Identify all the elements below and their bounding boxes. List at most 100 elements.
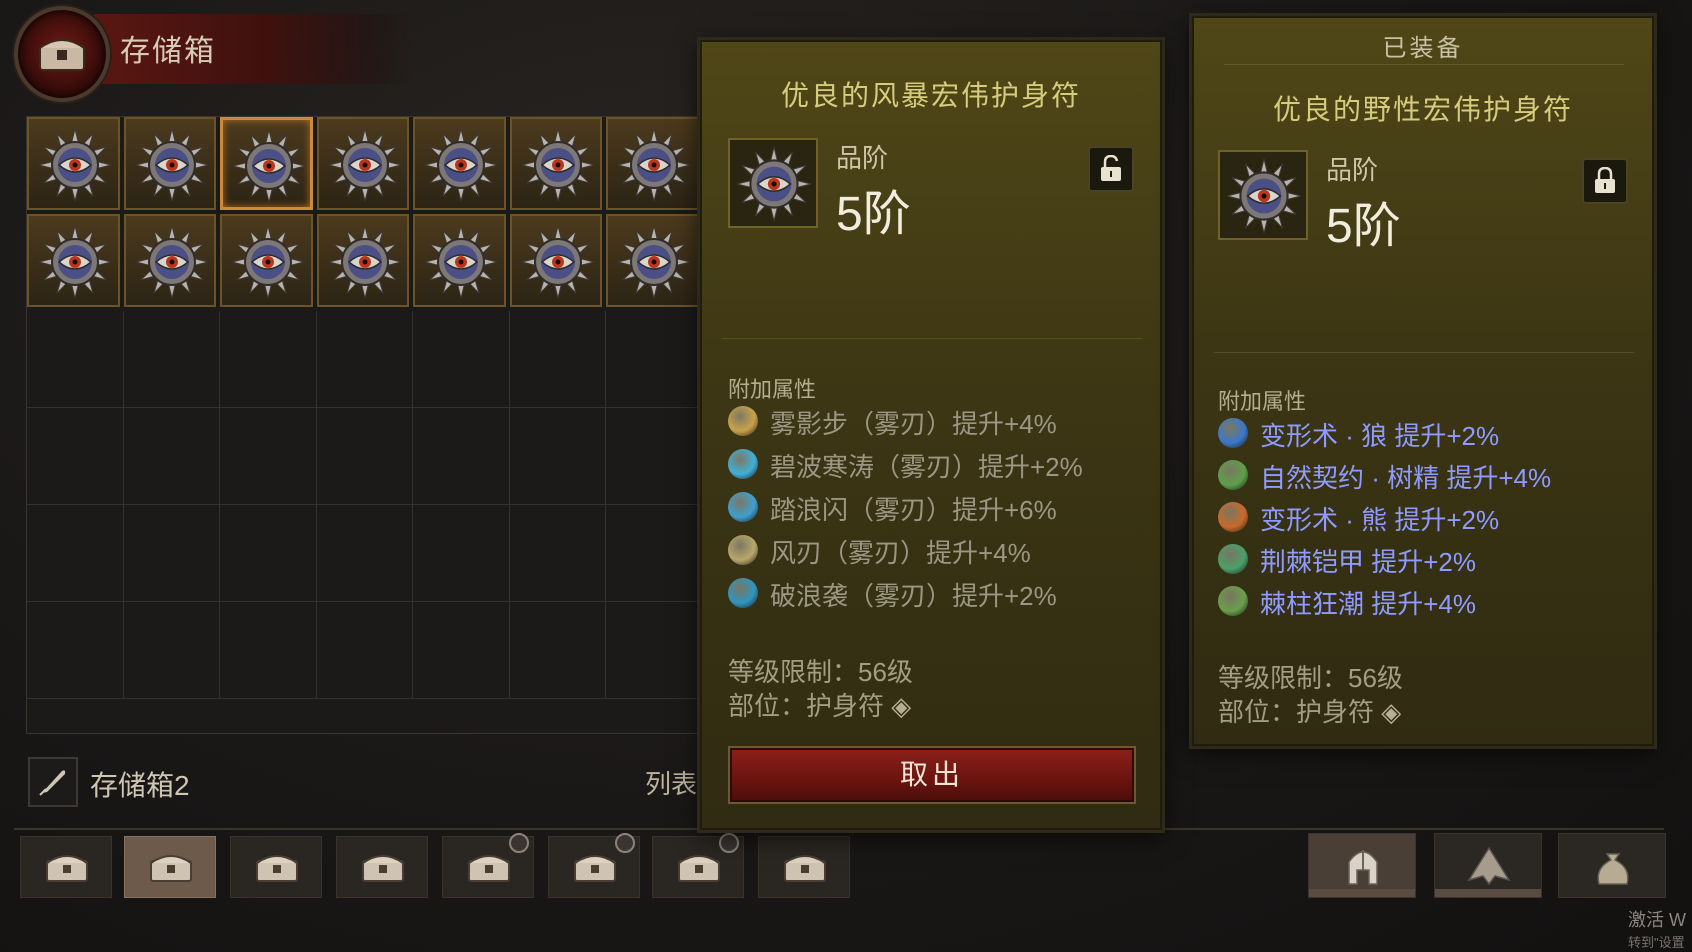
item-slot: 部位：护身符 ◈ [728, 686, 911, 723]
item-icon-frame [728, 138, 818, 228]
stash-slot[interactable] [509, 408, 606, 505]
cloak-icon [1467, 846, 1511, 886]
equipped-affix-section-title: 附加属性 [1218, 389, 1307, 414]
stash-tab-5[interactable] [442, 833, 534, 898]
bag-icon [1597, 853, 1629, 885]
divider [722, 338, 1142, 339]
skill-icon [728, 449, 758, 479]
stash-slot[interactable] [220, 117, 313, 210]
amulet-slot-icon: ◈ [891, 691, 912, 721]
affix-text: 碧波寒涛（雾刃）提升+2% [770, 452, 1083, 482]
item-name: 优良的风暴宏伟护身符 [780, 80, 1081, 111]
stash-slot[interactable] [27, 408, 124, 505]
amulet-icon [135, 225, 208, 299]
stash-tab-4[interactable] [336, 836, 428, 898]
stash-slot[interactable] [220, 311, 317, 408]
stash-slot[interactable] [413, 117, 506, 210]
amulet-icon [521, 128, 594, 202]
stash-slot[interactable] [123, 117, 216, 210]
equipped-item-name: 优良的野性宏伟护身符 [1272, 94, 1573, 125]
stash-slot[interactable] [413, 602, 510, 699]
stash-tab-3[interactable] [230, 836, 322, 898]
stash-slot[interactable] [606, 408, 703, 505]
stash-tab-6[interactable] [548, 833, 640, 898]
stash-tab-7[interactable] [652, 833, 744, 898]
stash-slot[interactable] [316, 408, 413, 505]
feather-icon [39, 770, 66, 796]
affix-section-title: 附加属性 [728, 377, 817, 402]
stash-title: 存储箱 [120, 35, 216, 68]
bag-tab[interactable] [1558, 833, 1666, 898]
affix-text: 自然契约 · 树精 提升+4% [1260, 463, 1552, 493]
clock-icon [509, 833, 529, 853]
stash-slot[interactable] [606, 602, 703, 699]
amulet-icon [617, 128, 691, 202]
chest-icon [468, 855, 510, 882]
stash-grid[interactable] [26, 116, 703, 734]
affix-text: 荆棘铠甲 提升+2% [1260, 547, 1476, 577]
stash-slot[interactable] [606, 505, 703, 602]
stash-tab-2[interactable] [124, 836, 216, 898]
skill-icon [1218, 502, 1248, 532]
stash-slot[interactable] [413, 505, 510, 602]
stash-slot[interactable] [27, 505, 124, 602]
stash-slot[interactable] [606, 311, 703, 408]
helmet-icon [1348, 850, 1378, 885]
stash-slot[interactable] [220, 602, 317, 699]
stash-tab-8[interactable] [758, 836, 850, 898]
list-label[interactable]: 列表 [645, 764, 697, 801]
stash-slot[interactable] [606, 214, 699, 307]
skill-icon [728, 492, 758, 522]
amulet-icon [736, 146, 812, 222]
lock-toggle-button[interactable] [1088, 146, 1134, 192]
lock-icon [1595, 167, 1615, 193]
stash-slot[interactable] [27, 117, 120, 210]
stash-slot[interactable] [316, 505, 413, 602]
stash-slot[interactable] [509, 505, 606, 602]
stash-slot[interactable] [413, 311, 510, 408]
stash-slot[interactable] [220, 505, 317, 602]
grade-label: 品阶 [836, 143, 889, 173]
amulet-icon [232, 129, 306, 203]
take-out-button[interactable]: 取出 [730, 748, 1134, 802]
cloak-tab[interactable] [1434, 833, 1542, 898]
stash-slot[interactable] [123, 214, 216, 307]
chest-icon [39, 39, 85, 71]
stash-slot[interactable] [27, 214, 120, 307]
amulet-icon [424, 128, 498, 202]
amulet-icon [231, 225, 305, 299]
stash-slot[interactable] [509, 117, 602, 210]
equipped-grade-label: 品阶 [1326, 155, 1379, 185]
affix-text: 棘柱狂潮 提升+4% [1260, 589, 1476, 619]
stash-slot[interactable] [509, 311, 606, 408]
stash-tab-1[interactable] [20, 836, 112, 898]
stash-slot[interactable] [509, 214, 602, 307]
stash-slot[interactable] [413, 214, 506, 307]
stash-slot[interactable] [123, 408, 220, 505]
divider [1224, 64, 1624, 65]
helmet-tab[interactable] [1308, 833, 1416, 898]
stash-slot[interactable] [123, 602, 220, 699]
stash-slot[interactable] [316, 214, 409, 307]
unlock-icon [1101, 155, 1121, 181]
stash-slot[interactable] [509, 602, 606, 699]
stash-slot[interactable] [27, 602, 124, 699]
stash-slot[interactable] [606, 117, 699, 210]
clock-icon [719, 833, 739, 853]
stash-slot[interactable] [220, 408, 317, 505]
skill-icon [1218, 418, 1248, 448]
stash-slot[interactable] [220, 214, 313, 307]
stash-slot[interactable] [413, 408, 510, 505]
stash-slot[interactable] [316, 117, 409, 210]
stash-slot[interactable] [316, 602, 413, 699]
rename-stash-button[interactable] [28, 757, 78, 807]
equipped-lock-button[interactable] [1582, 158, 1628, 204]
amulet-icon [135, 128, 208, 202]
amulet-icon [617, 225, 691, 299]
chest-icon [678, 855, 720, 882]
stash-slot[interactable] [123, 505, 220, 602]
skill-icon [728, 578, 758, 608]
stash-slot[interactable] [123, 311, 220, 408]
stash-slot[interactable] [27, 311, 124, 408]
stash-slot[interactable] [316, 311, 413, 408]
